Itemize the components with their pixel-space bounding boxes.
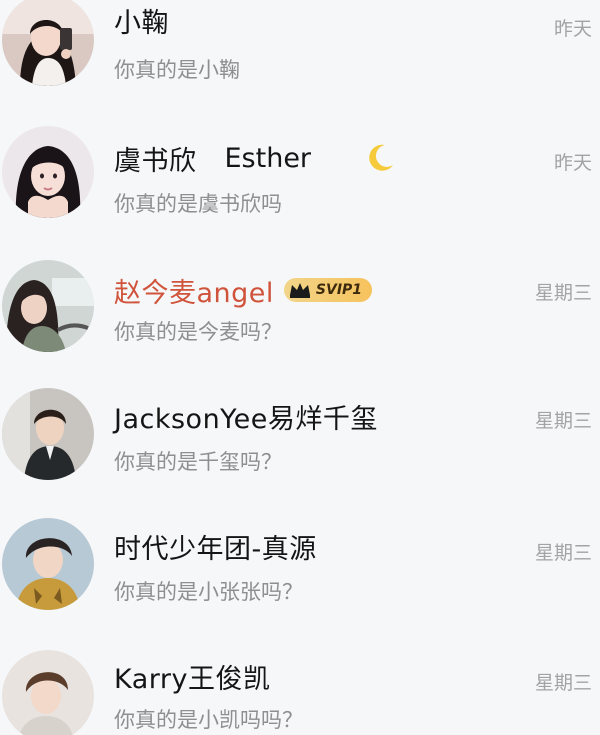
- message-time: 昨天: [553, 18, 592, 40]
- woman-portrait-avatar-icon[interactable]: [2, 126, 94, 218]
- man-in-suit-avatar-icon[interactable]: [2, 388, 94, 480]
- message-time: 星期三: [534, 282, 592, 304]
- woman-in-car-avatar-icon[interactable]: [2, 260, 94, 352]
- last-message: 你真的是小鞠: [114, 58, 240, 82]
- last-message: 你真的是小凯吗吗？: [114, 708, 303, 732]
- message-time: 星期三: [534, 672, 592, 694]
- conversation-list: 小鞠 你真的是小鞠 昨天 虞书欣 Esther 你真的是虞书欣吗 昨天 赵今麦a…: [0, 0, 600, 735]
- contact-name: Karry王俊凯: [114, 663, 271, 695]
- name-line: 小鞠: [114, 0, 169, 40]
- last-message: 你真的是虞书欣吗: [114, 192, 282, 216]
- conversation-row[interactable]: JacksonYee易烊千玺 你真的是千玺吗？ 星期三: [0, 372, 600, 500]
- name-line: 虞书欣 Esther: [114, 138, 397, 178]
- contact-name-extra: Esther: [224, 142, 312, 174]
- contact-name: 小鞠: [114, 7, 169, 39]
- conversation-row[interactable]: 赵今麦angel SVIP1 你真的是今麦吗？ 星期三: [0, 240, 600, 368]
- name-line: 时代少年团-真源: [114, 526, 317, 566]
- last-message: 你真的是今麦吗？: [114, 320, 282, 344]
- name-line: 赵今麦angel SVIP1: [114, 270, 373, 310]
- conversation-row[interactable]: 时代少年团-真源 你真的是小张张吗？ 星期三: [0, 502, 600, 630]
- conversation-row[interactable]: Karry王俊凯 你真的是小凯吗吗？ 星期三: [0, 634, 600, 735]
- vip-crown-icon: [289, 283, 310, 298]
- name-line: JacksonYee易烊千玺: [114, 396, 378, 436]
- last-message: 你真的是小张张吗？: [114, 580, 303, 604]
- crescent-moon-icon: [369, 144, 394, 171]
- message-time: 星期三: [534, 410, 592, 432]
- woman-selfie-avatar-icon[interactable]: [2, 0, 94, 86]
- svip-badge-label: SVIP1: [315, 282, 363, 298]
- contact-name: 赵今麦angel: [114, 277, 274, 309]
- svip-badge: SVIP1: [283, 277, 373, 303]
- conversation-row[interactable]: 小鞠 你真的是小鞠 昨天: [0, 0, 600, 108]
- message-time: 昨天: [553, 152, 592, 174]
- last-message: 你真的是千玺吗？: [114, 450, 282, 474]
- contact-name: 时代少年团-真源: [114, 533, 317, 565]
- name-line: Karry王俊凯: [114, 656, 270, 696]
- conversation-row[interactable]: 虞书欣 Esther 你真的是虞书欣吗 昨天: [0, 108, 600, 236]
- message-time: 星期三: [534, 542, 592, 564]
- young-man-portrait-avatar-icon[interactable]: [2, 650, 94, 735]
- contact-name: JacksonYee易烊千玺: [114, 403, 378, 435]
- young-man-avatar-icon[interactable]: [2, 518, 94, 610]
- contact-name: 虞书欣: [114, 145, 197, 177]
